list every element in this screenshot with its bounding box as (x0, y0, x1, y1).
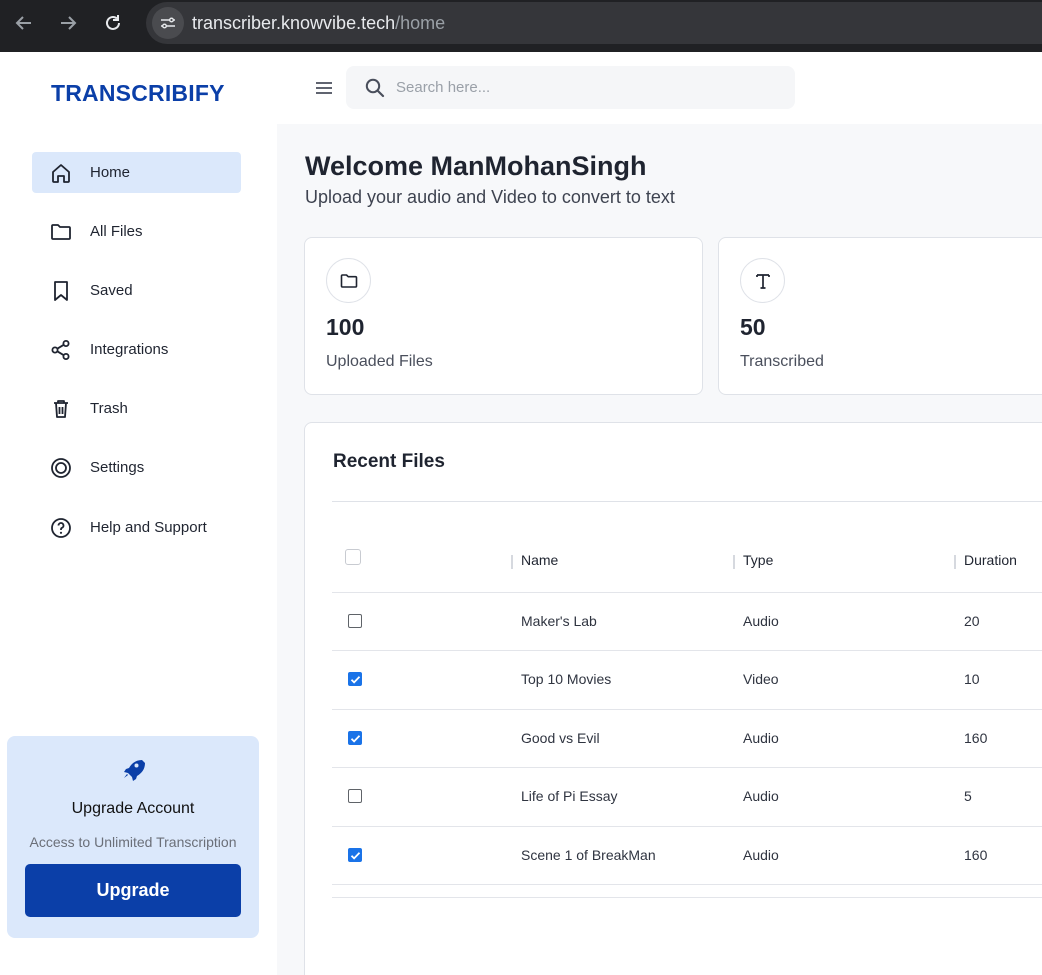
recent-files-card: Recent Files Name Type Duration Maker's … (304, 422, 1042, 975)
folder-icon (49, 220, 73, 244)
reload-button[interactable] (98, 8, 128, 38)
sidebar-item-help[interactable]: Help and Support (32, 507, 241, 548)
share-icon (49, 338, 73, 362)
checkmark-icon (350, 852, 361, 860)
stat-card-uploaded[interactable]: 100 Uploaded Files (304, 237, 703, 395)
site-info-button[interactable] (152, 7, 184, 39)
column-separator[interactable] (511, 555, 513, 569)
stat-label: Transcribed (740, 353, 824, 370)
help-icon (49, 516, 73, 540)
file-name[interactable]: Maker's Lab (521, 613, 597, 629)
column-header-duration[interactable]: Duration (964, 552, 1017, 568)
file-duration: 5 (964, 788, 972, 804)
row-checkbox[interactable] (348, 789, 362, 803)
file-duration: 20 (964, 613, 980, 629)
sidebar-item-label: All Files (90, 223, 143, 240)
row-divider (332, 767, 1042, 768)
column-header-name[interactable]: Name (521, 552, 558, 568)
row-checkbox[interactable] (348, 848, 362, 862)
column-separator[interactable] (954, 555, 956, 569)
row-divider (332, 592, 1042, 593)
row-checkbox[interactable] (348, 614, 362, 628)
recent-files-title: Recent Files (333, 451, 445, 472)
text-icon (740, 258, 785, 303)
main-content: Welcome ManMohanSingh Upload your audio … (277, 124, 1042, 975)
trash-icon (49, 397, 73, 421)
tune-icon (161, 17, 175, 29)
bookmark-icon (49, 279, 73, 303)
folder-icon (326, 258, 371, 303)
back-button[interactable] (9, 8, 39, 38)
file-name[interactable]: Good vs Evil (521, 730, 600, 746)
search-input[interactable] (396, 66, 786, 109)
address-bar[interactable]: transcriber.knowvibe.tech/home (146, 2, 1042, 44)
sidebar-item-saved[interactable]: Saved (32, 270, 241, 311)
sidebar-item-label: Home (90, 164, 131, 181)
file-type: Audio (743, 613, 779, 629)
rocket-icon (124, 760, 145, 781)
checkmark-icon (350, 676, 361, 684)
arrow-left-icon (15, 16, 31, 30)
browser-toolbar: transcriber.knowvibe.tech/home (0, 0, 1042, 52)
file-type: Video (743, 671, 779, 687)
row-checkbox[interactable] (348, 672, 362, 686)
menu-toggle-button[interactable] (312, 76, 336, 100)
url-host: transcriber.knowvibe.tech (192, 13, 396, 33)
stat-label: Uploaded Files (326, 353, 433, 370)
reload-icon (106, 15, 120, 30)
select-all-checkbox[interactable] (345, 549, 361, 565)
upgrade-title: Upgrade Account (71, 800, 195, 817)
table-footer-divider (332, 897, 1042, 898)
file-type: Audio (743, 788, 779, 804)
upgrade-subtitle: Access to Unlimited Transcription (29, 834, 237, 850)
search-icon (365, 78, 385, 98)
file-name[interactable]: Scene 1 of BreakMan (521, 847, 656, 863)
row-divider (332, 709, 1042, 710)
row-divider (332, 826, 1042, 827)
upgrade-button[interactable]: Upgrade (25, 864, 241, 917)
row-divider (332, 884, 1042, 885)
file-type: Audio (743, 847, 779, 863)
sidebar-item-label: Integrations (90, 341, 169, 358)
file-duration: 10 (964, 671, 980, 687)
brand-logo[interactable]: TRANSCRIBIFY (51, 80, 225, 107)
row-divider (332, 650, 1042, 651)
sidebar-item-label: Trash (90, 400, 128, 417)
forward-button[interactable] (53, 8, 83, 38)
file-duration: 160 (964, 847, 988, 863)
file-name[interactable]: Life of Pi Essay (521, 788, 618, 804)
column-header-type[interactable]: Type (743, 552, 773, 568)
sidebar-item-all-files[interactable]: All Files (32, 211, 241, 252)
divider (332, 501, 1042, 502)
sidebar-item-integrations[interactable]: Integrations (32, 329, 241, 370)
sidebar-item-label: Settings (90, 459, 145, 476)
gear-icon (49, 456, 73, 480)
column-separator[interactable] (733, 555, 735, 569)
sidebar-item-trash[interactable]: Trash (32, 388, 241, 429)
url-text[interactable]: transcriber.knowvibe.tech/home (192, 13, 445, 34)
sidebar: TRANSCRIBIFY Home All Files Saved Integr… (0, 52, 277, 975)
stat-card-transcribed[interactable]: 50 Transcribed (718, 237, 1042, 395)
sidebar-item-label: Help and Support (90, 519, 207, 536)
sidebar-item-settings[interactable]: Settings (32, 447, 241, 488)
hamburger-icon (316, 82, 332, 94)
search-bar[interactable] (346, 66, 795, 109)
sidebar-item-label: Saved (90, 282, 133, 299)
url-path: /home (395, 13, 446, 33)
stat-value: 100 (326, 314, 365, 340)
file-type: Audio (743, 730, 779, 746)
page-title: Welcome ManMohanSingh (305, 151, 647, 181)
file-duration: 160 (964, 730, 988, 746)
page-subtitle: Upload your audio and Video to convert t… (305, 187, 675, 207)
upgrade-card: Upgrade Account Access to Unlimited Tran… (7, 736, 259, 938)
arrow-right-icon (61, 16, 77, 30)
row-checkbox[interactable] (348, 731, 362, 745)
checkmark-icon (350, 735, 361, 743)
file-name[interactable]: Top 10 Movies (521, 671, 611, 687)
sidebar-item-home[interactable]: Home (32, 152, 241, 193)
home-icon (49, 161, 73, 185)
stat-value: 50 (740, 314, 766, 340)
